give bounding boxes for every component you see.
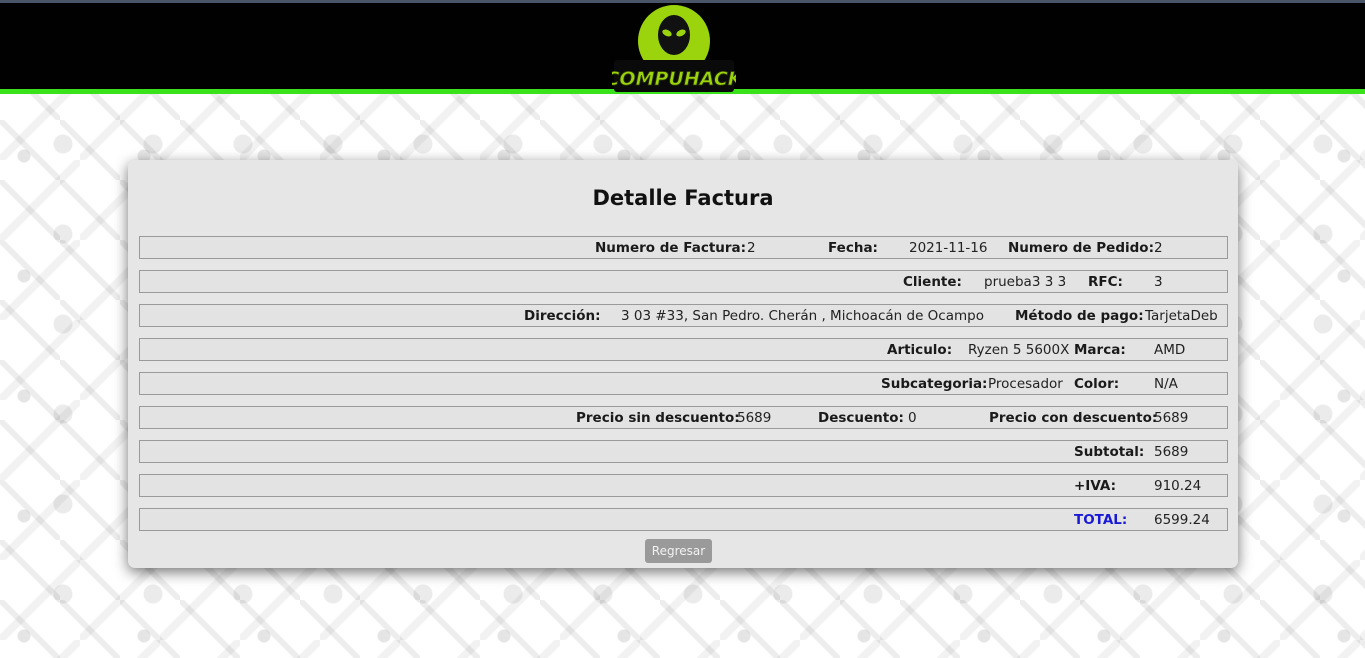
metodo-pago-label: Método de pago: — [1015, 308, 1144, 324]
cliente-label: Cliente: — [903, 274, 962, 290]
descuento-value: 0 — [908, 410, 917, 426]
invoice-row-subtotal: Subtotal: 5689 — [139, 440, 1228, 463]
invoice-row-articulo: Articulo: Ryzen 5 5600X Marca: AMD — [139, 338, 1228, 361]
subtotal-label: Subtotal: — [1074, 444, 1145, 460]
cliente-value: prueba3 3 3 — [984, 274, 1067, 290]
fecha-value: 2021-11-16 — [909, 240, 988, 256]
total-value: 6599.24 — [1154, 512, 1210, 528]
invoice-row-cliente: Cliente: prueba3 3 3 RFC: 3 — [139, 270, 1228, 293]
precio-sin-descuento-label: Precio sin descuento: — [576, 410, 740, 426]
marca-label: Marca: — [1074, 342, 1126, 358]
articulo-label: Articulo: — [887, 342, 953, 358]
color-label: Color: — [1074, 376, 1120, 392]
marca-value: AMD — [1154, 342, 1186, 358]
color-value: N/A — [1154, 376, 1178, 392]
articulo-value: Ryzen 5 5600X — [968, 342, 1070, 358]
fecha-label: Fecha: — [828, 240, 878, 256]
descuento-label: Descuento: — [818, 410, 904, 426]
compuhack-logo[interactable]: COMPUHACK — [612, 3, 736, 94]
precio-con-descuento-label: Precio con descuento: — [989, 410, 1158, 426]
page-title: Detalle Factura — [592, 186, 774, 210]
invoice-row-iva: +IVA: 910.24 — [139, 474, 1228, 497]
numero-factura-label: Numero de Factura: — [595, 240, 747, 256]
numero-pedido-label: Numero de Pedido: — [1008, 240, 1154, 256]
precio-con-descuento-value: 5689 — [1154, 410, 1189, 426]
precio-sin-descuento-value: 5689 — [737, 410, 772, 426]
invoice-row-numbers: Numero de Factura: 2 Fecha: 2021-11-16 N… — [139, 236, 1228, 259]
iva-value: 910.24 — [1154, 478, 1202, 494]
total-label: TOTAL: — [1074, 512, 1128, 528]
numero-pedido-value: 2 — [1154, 240, 1163, 256]
direccion-label: Dirección: — [524, 308, 601, 324]
subcategoria-label: Subcategoria: — [881, 376, 988, 392]
metodo-pago-value: TarjetaDeb — [1145, 308, 1218, 324]
invoice-row-total: TOTAL: 6599.24 — [139, 508, 1228, 531]
rfc-value: 3 — [1154, 274, 1163, 290]
subtotal-value: 5689 — [1154, 444, 1189, 460]
direccion-value: 3 03 #33, San Pedro. Cherán , Michoacán … — [621, 308, 984, 324]
invoice-row-subcategoria: Subcategoria: Procesador Color: N/A — [139, 372, 1228, 395]
invoice-row-precios: Precio sin descuento: 5689 Descuento: 0 … — [139, 406, 1228, 429]
invoice-row-direccion: Dirección: 3 03 #33, San Pedro. Cherán ,… — [139, 304, 1228, 327]
site-header: COMPUHACK — [0, 3, 1365, 94]
invoice-card: Detalle Factura Numero de Factura: 2 Fec… — [128, 160, 1238, 568]
numero-factura-value: 2 — [747, 240, 756, 256]
rfc-label: RFC: — [1088, 274, 1123, 290]
iva-label: +IVA: — [1074, 478, 1116, 494]
subcategoria-value: Procesador — [988, 376, 1063, 392]
logo-text: COMPUHACK — [612, 68, 736, 90]
regresar-button[interactable]: Regresar — [645, 539, 712, 563]
